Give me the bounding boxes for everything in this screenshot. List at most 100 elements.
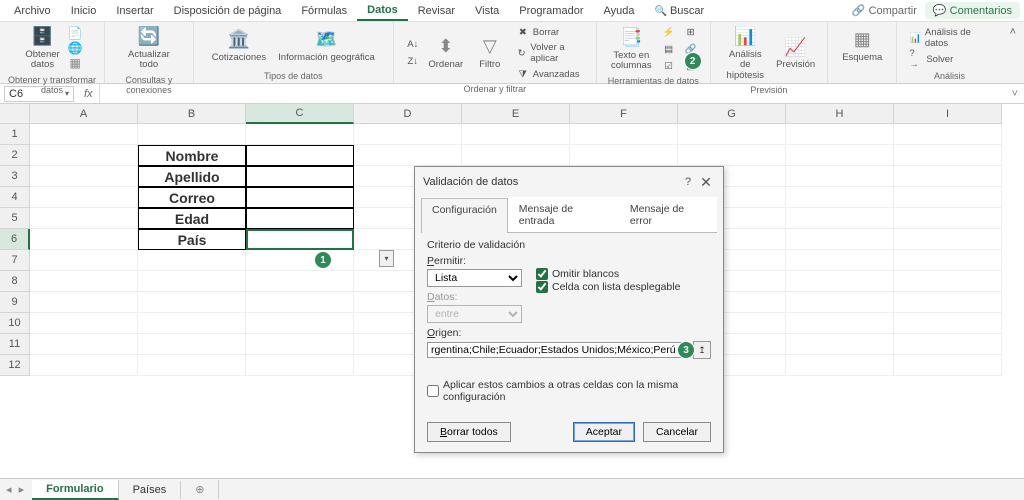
cell-A10[interactable] xyxy=(30,313,138,334)
cell-A9[interactable] xyxy=(30,292,138,313)
tab-insertar[interactable]: Insertar xyxy=(106,2,163,20)
tab-datos[interactable]: Datos xyxy=(357,1,408,21)
sort-za-button[interactable]: Z↓ xyxy=(404,54,422,70)
cell-B7[interactable] xyxy=(138,250,246,271)
cell-B8[interactable] xyxy=(138,271,246,292)
aceptar-button[interactable]: Aceptar xyxy=(573,422,635,442)
from-web-icon[interactable]: 🌐 xyxy=(68,41,83,55)
cell-I5[interactable] xyxy=(894,208,1002,229)
omitir-checkbox-row[interactable]: Omitir blancos xyxy=(536,268,680,280)
dialog-tab-config[interactable]: Configuración xyxy=(421,198,508,233)
data-validation-button[interactable]: ☑ xyxy=(660,58,678,74)
cell-F2[interactable] xyxy=(570,145,678,166)
cancelar-button[interactable]: Cancelar xyxy=(643,422,711,442)
permitir-select[interactable]: Lista xyxy=(427,269,522,287)
cell-A11[interactable] xyxy=(30,334,138,355)
col-E[interactable]: E xyxy=(462,104,570,124)
row-4[interactable]: 4 xyxy=(0,187,30,208)
omitir-checkbox[interactable] xyxy=(536,268,548,280)
cell-E1[interactable] xyxy=(462,124,570,145)
cell-C1[interactable] xyxy=(246,124,354,145)
cell-B10[interactable] xyxy=(138,313,246,334)
tab-buscar[interactable]: Buscar xyxy=(644,2,714,20)
analisis-hipotesis-button[interactable]: 📊 Análisis de hipótesis xyxy=(721,24,770,83)
cell-A4[interactable] xyxy=(30,187,138,208)
col-H[interactable]: H xyxy=(786,104,894,124)
geografia-button[interactable]: 🗺️ Información geográfica xyxy=(274,27,379,65)
cell-C10[interactable] xyxy=(246,313,354,334)
volver-aplicar-button[interactable]: ↻Volver a aplicar xyxy=(514,41,586,65)
tab-disposicion[interactable]: Disposición de página xyxy=(164,2,292,20)
cell-B4[interactable]: Correo xyxy=(138,187,246,208)
cell-A6[interactable] xyxy=(30,229,138,250)
cell-B2[interactable]: Nombre xyxy=(138,145,246,166)
cell-H1[interactable] xyxy=(786,124,894,145)
row-10[interactable]: 10 xyxy=(0,313,30,334)
aplicar-checkbox-row[interactable]: Aplicar estos cambios a otras celdas con… xyxy=(427,379,711,403)
celda-checkbox-row[interactable]: Celda con lista desplegable xyxy=(536,281,680,293)
cell-C9[interactable] xyxy=(246,292,354,313)
cell-F1[interactable] xyxy=(570,124,678,145)
col-D[interactable]: D xyxy=(354,104,462,124)
tab-archivo[interactable]: Archivo xyxy=(4,2,61,20)
cell-H2[interactable] xyxy=(786,145,894,166)
sheet-tab-paises[interactable]: Países xyxy=(119,481,182,499)
from-table-icon[interactable]: ▦ xyxy=(68,56,83,70)
filtro-button[interactable]: ▽ Filtro xyxy=(470,34,510,72)
cell-B11[interactable] xyxy=(138,334,246,355)
col-I[interactable]: I xyxy=(894,104,1002,124)
ordenar-button[interactable]: ⬍ Ordenar xyxy=(426,34,466,72)
cell-C5[interactable] xyxy=(246,208,354,229)
cell-D2[interactable] xyxy=(354,145,462,166)
cell-I9[interactable] xyxy=(894,292,1002,313)
tab-inicio[interactable]: Inicio xyxy=(61,2,107,20)
sort-az-button[interactable]: A↓ xyxy=(404,37,422,53)
cell-B9[interactable] xyxy=(138,292,246,313)
cell-I11[interactable] xyxy=(894,334,1002,355)
dialog-titlebar[interactable]: Validación de datos ? ✕ xyxy=(415,167,723,197)
cell-C4[interactable] xyxy=(246,187,354,208)
esquema-button[interactable]: ▦ Esquema xyxy=(838,27,886,65)
row-12[interactable]: 12 xyxy=(0,355,30,376)
tab-revisar[interactable]: Revisar xyxy=(408,2,465,20)
cell-C3[interactable] xyxy=(246,166,354,187)
cell-A12[interactable] xyxy=(30,355,138,376)
tab-ayuda[interactable]: Ayuda xyxy=(593,2,644,20)
sheet-tab-formulario[interactable]: Formulario xyxy=(32,480,118,500)
remove-dup-button[interactable]: ▤ xyxy=(660,41,678,57)
cell-C6[interactable] xyxy=(246,229,354,250)
get-data-button[interactable]: 🗄️ Obtener datos xyxy=(21,24,63,73)
cell-D1[interactable] xyxy=(354,124,462,145)
cell-I8[interactable] xyxy=(894,271,1002,292)
prevision-button[interactable]: 📈 Previsión xyxy=(774,34,817,72)
cell-A8[interactable] xyxy=(30,271,138,292)
analisis-datos-button[interactable]: 📊Análisis de datos xyxy=(907,26,991,50)
cell-I2[interactable] xyxy=(894,145,1002,166)
cell-H9[interactable] xyxy=(786,292,894,313)
aplicar-checkbox[interactable] xyxy=(427,385,439,397)
cell-I12[interactable] xyxy=(894,355,1002,376)
flash-fill-button[interactable]: ⚡ xyxy=(660,24,678,40)
consolidate-button[interactable]: ⊞ xyxy=(682,24,700,40)
row-8[interactable]: 8 xyxy=(0,271,30,292)
cell-G2[interactable] xyxy=(678,145,786,166)
cell-H11[interactable] xyxy=(786,334,894,355)
solver-button[interactable]: ?→Solver xyxy=(907,51,991,67)
cell-H5[interactable] xyxy=(786,208,894,229)
cell-B3[interactable]: Apellido xyxy=(138,166,246,187)
select-all-corner[interactable] xyxy=(0,104,30,124)
dialog-tab-error[interactable]: Mensaje de error xyxy=(619,197,717,232)
cell-B5[interactable]: Edad xyxy=(138,208,246,229)
cell-A3[interactable] xyxy=(30,166,138,187)
share-button[interactable]: 🔗 Compartir xyxy=(852,4,917,17)
cell-H12[interactable] xyxy=(786,355,894,376)
refresh-all-button[interactable]: 🔄 Actualizar todo xyxy=(124,24,174,73)
cell-H6[interactable] xyxy=(786,229,894,250)
row-6[interactable]: 6 xyxy=(0,229,30,250)
cell-E2[interactable] xyxy=(462,145,570,166)
row-5[interactable]: 5 xyxy=(0,208,30,229)
celda-checkbox[interactable] xyxy=(536,281,548,293)
cell-C2[interactable] xyxy=(246,145,354,166)
cell-I1[interactable] xyxy=(894,124,1002,145)
borrar-todos-button[interactable]: Borrar todos xyxy=(427,422,511,442)
